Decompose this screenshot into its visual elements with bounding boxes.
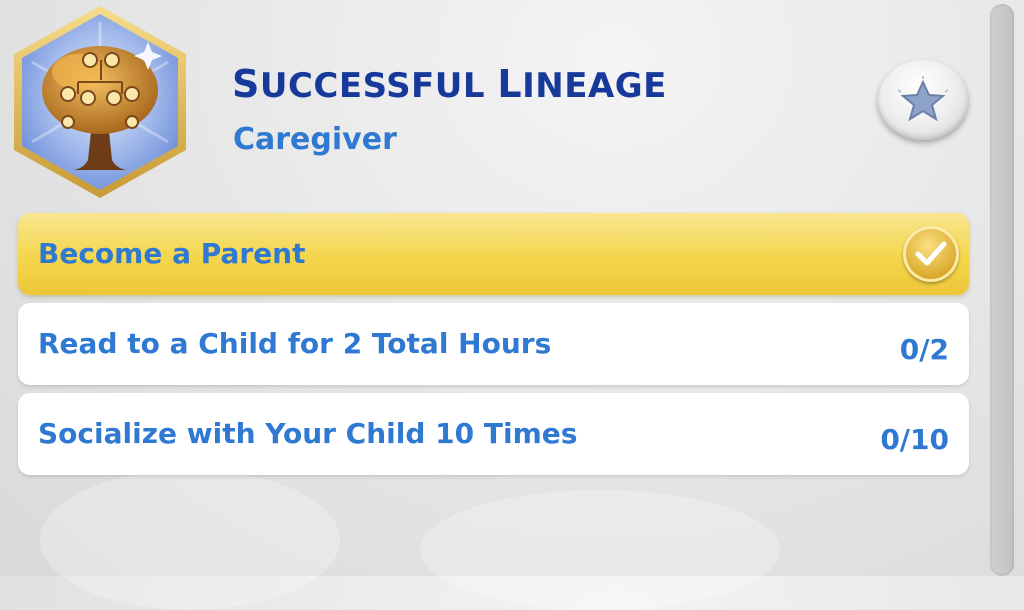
aspiration-title: SUCCESSFUL LINEAGE	[232, 62, 667, 106]
milestone-progress: 0/10	[880, 423, 949, 456]
checkmark-icon	[903, 226, 959, 282]
milestone-label: Socialize with Your Child 10 Times	[38, 417, 578, 450]
family-tree-icon	[14, 6, 186, 198]
aspiration-category: Caregiver	[233, 122, 397, 157]
milestone-row[interactable]: Socialize with Your Child 10 Times 0/10	[18, 393, 969, 475]
milestone-row[interactable]: Become a Parent	[18, 213, 969, 295]
star-button[interactable]	[878, 60, 968, 140]
milestone-label: Become a Parent	[38, 237, 306, 270]
star-icon	[898, 76, 948, 122]
milestone-label: Read to a Child for 2 Total Hours	[38, 327, 552, 360]
scrollbar[interactable]	[990, 4, 1014, 576]
background-shape	[420, 490, 780, 610]
aspiration-badge	[8, 2, 192, 202]
background-shape	[40, 470, 340, 610]
milestone-progress: 0/2	[899, 333, 949, 366]
milestone-row[interactable]: Read to a Child for 2 Total Hours 0/2	[18, 303, 969, 385]
